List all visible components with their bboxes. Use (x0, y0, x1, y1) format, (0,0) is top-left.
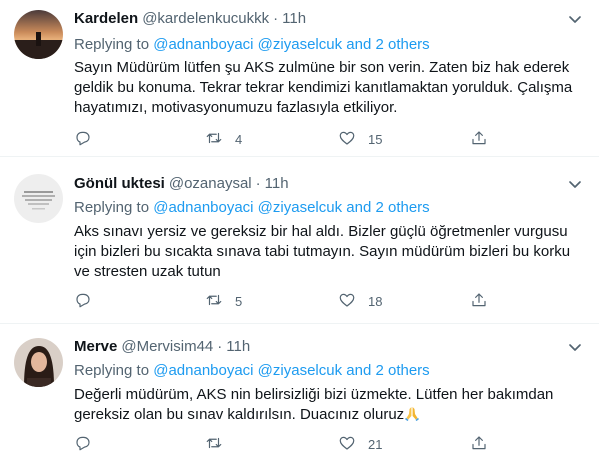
avatar[interactable] (14, 338, 63, 387)
others-link[interactable]: and 2 others (346, 199, 429, 216)
avatar[interactable] (14, 174, 63, 223)
like-count: 15 (368, 131, 383, 147)
retweet-button[interactable] (205, 434, 235, 454)
timestamp[interactable]: 11h (282, 10, 306, 27)
action-bar: 4 15 (74, 129, 574, 149)
retweet-button[interactable]: 4 (205, 129, 242, 149)
tweet-text-line: ve stresten uzak tutun (74, 263, 221, 280)
tweet-text-line: hayatımızı, motivasyonumuzu fazlasıyla e… (74, 99, 398, 116)
reply-icon (74, 129, 92, 150)
replying-to: Replying to @adnanboyaci @ziyaselcuk and… (74, 361, 430, 381)
reply-icon (74, 434, 92, 455)
action-bar: 5 18 (74, 291, 574, 311)
mention-links[interactable]: @adnanboyaci @ziyaselcuk (153, 362, 342, 379)
tweet-text: Aks sınavı yersiz ve gereksiz bir hal al… (74, 222, 579, 282)
chevron-down-icon[interactable] (565, 337, 585, 357)
tweet-text-line: gereksiz olan bu sınav kaldırılsın. Duac… (74, 405, 579, 425)
share-button[interactable] (470, 291, 488, 311)
avatar[interactable] (14, 10, 63, 59)
tweet-text-line: Sayın Müdürüm lütfen şu AKS zulmüne bir … (74, 59, 570, 76)
tweet-header: Merve @Mervisim44 · 11h (74, 337, 250, 357)
like-button[interactable]: 15 (338, 129, 382, 149)
share-icon (470, 291, 488, 312)
chevron-down-icon[interactable] (565, 174, 585, 194)
chevron-down-icon[interactable] (565, 9, 585, 29)
like-count: 21 (368, 436, 383, 452)
tweet-card[interactable]: Kardelen @kardelenkucukkk · 11h Replying to… (0, 0, 599, 157)
replying-prefix: Replying to (74, 36, 150, 53)
tweet-header: Kardelen @kardelenkucukkk · 11h (74, 9, 306, 29)
user-handle[interactable]: @ozanaysal (169, 175, 252, 192)
heart-icon (338, 434, 356, 455)
separator: · (273, 10, 279, 27)
replying-prefix: Replying to (74, 199, 150, 216)
tweet-card[interactable]: Merve @Mervisim44 · 11h Replying to @adnanb… (0, 328, 599, 465)
tweet-text-line-part: gereksiz olan bu sınav kaldırılsın. Duac… (74, 406, 405, 423)
reply-button[interactable] (74, 129, 104, 149)
retweet-icon (205, 434, 223, 455)
like-button[interactable]: 18 (338, 291, 382, 311)
display-name[interactable]: Merve (74, 338, 117, 355)
separator: · (217, 338, 223, 355)
retweet-count: 4 (235, 131, 243, 147)
tweet-card[interactable]: Gönül uktesi @ozanaysal · 11h Replying to @… (0, 166, 599, 324)
separator: · (255, 175, 261, 192)
like-button[interactable]: 21 (338, 434, 382, 454)
tweet-text-line: için bizleri bu sıcakta sınava tabi tutm… (74, 243, 571, 260)
replying-prefix: Replying to (74, 362, 150, 379)
folded-hands-emoji (404, 405, 420, 422)
tweet-text-line: Aks sınavı yersiz ve gereksiz bir hal al… (74, 223, 568, 240)
reply-button[interactable] (74, 291, 104, 311)
tweet-text-line: Değerli müdürüm, AKS nin belirsizliği bi… (74, 386, 554, 403)
timestamp[interactable]: 11h (226, 338, 250, 355)
retweet-count: 5 (235, 293, 243, 309)
others-link[interactable]: and 2 others (346, 36, 429, 53)
retweet-icon (205, 129, 223, 150)
share-button[interactable] (470, 129, 488, 149)
heart-icon (338, 291, 356, 312)
display-name[interactable]: Kardelen (74, 10, 138, 27)
user-handle[interactable]: @kardelenkucukkk (142, 10, 269, 27)
tweet-text: Sayın Müdürüm lütfen şu AKS zulmüne bir … (74, 58, 579, 118)
timestamp[interactable]: 11h (265, 175, 289, 192)
others-link[interactable]: and 2 others (346, 362, 429, 379)
replying-to: Replying to @adnanboyaci @ziyaselcuk and… (74, 198, 430, 218)
display-name[interactable]: Gönül uktesi (74, 175, 165, 192)
mention-links[interactable]: @adnanboyaci @ziyaselcuk (153, 199, 342, 216)
heart-icon (338, 129, 356, 150)
tweet-header: Gönül uktesi @ozanaysal · 11h (74, 174, 289, 194)
retweet-button[interactable]: 5 (205, 291, 242, 311)
reply-button[interactable] (74, 434, 104, 454)
like-count: 18 (368, 293, 383, 309)
share-icon (470, 129, 488, 150)
retweet-icon (205, 291, 223, 312)
mention-links[interactable]: @adnanboyaci @ziyaselcuk (153, 36, 342, 53)
reply-icon (74, 291, 92, 312)
user-handle[interactable]: @Mervisim44 (121, 338, 213, 355)
share-button[interactable] (470, 434, 488, 454)
replying-to: Replying to @adnanboyaci @ziyaselcuk and… (74, 35, 430, 55)
tweet-text: Değerli müdürüm, AKS nin belirsizliği bi… (74, 385, 579, 425)
share-icon (470, 434, 488, 455)
action-bar: 21 (74, 434, 574, 454)
tweet-text-line: geldik bu konuma. Tekrar tekrar kendimiz… (74, 79, 573, 96)
